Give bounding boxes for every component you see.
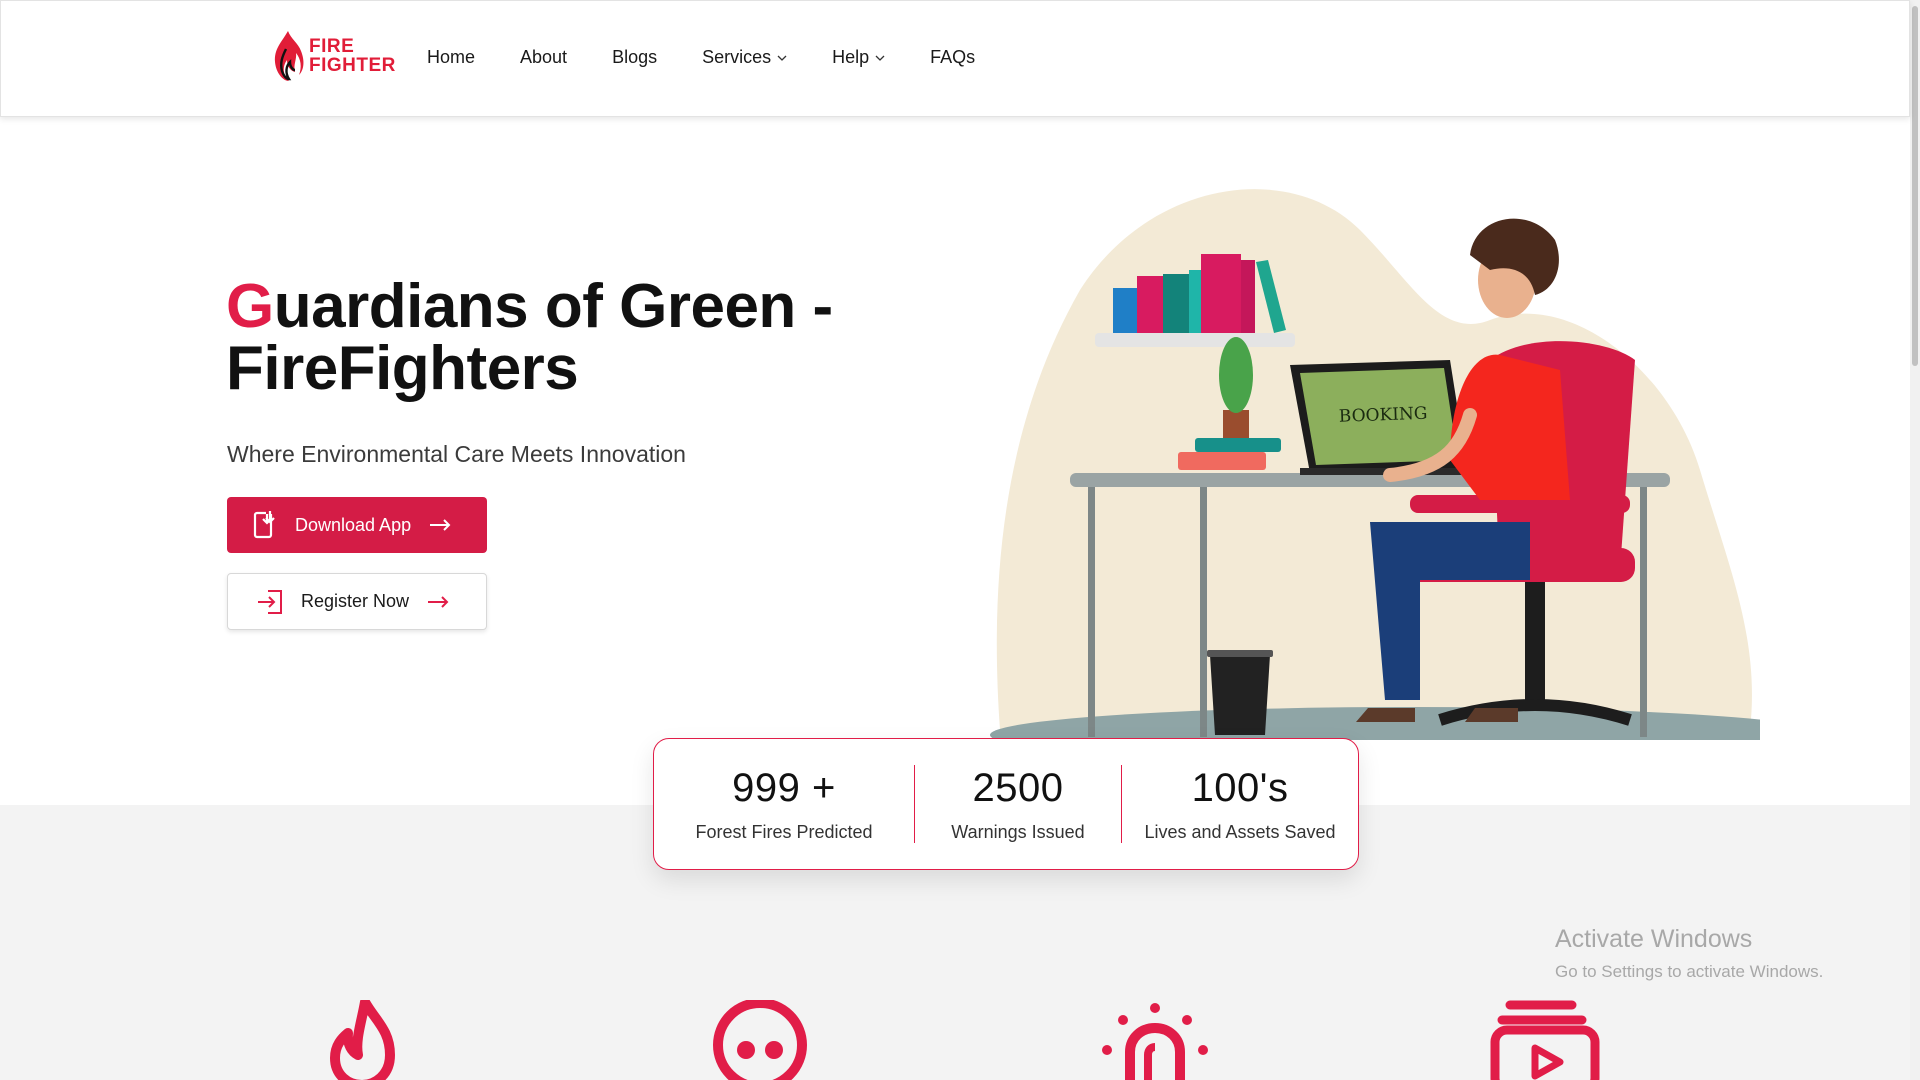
trash-can: [1210, 655, 1270, 735]
stat-value: 100's: [1191, 765, 1289, 810]
windows-activation-watermark: Activate Windows Go to Settings to activ…: [1555, 925, 1823, 982]
main-nav: Home About Blogs Services Help FAQs: [427, 47, 1020, 68]
nav-home[interactable]: Home: [427, 47, 475, 68]
nav-faqs-label: FAQs: [930, 47, 976, 67]
laptop-screen-text: BOOKING: [1339, 404, 1428, 427]
chair-post: [1525, 582, 1545, 700]
book-stack: [1195, 438, 1281, 452]
logo-line-2: FIGHTER: [309, 55, 396, 76]
download-app-label: Download App: [295, 514, 412, 535]
skull-icon: [713, 1000, 807, 1080]
hero-title-accent-letter: G: [226, 272, 274, 341]
alarm-siren-icon: [1102, 1003, 1208, 1080]
chevron-down-icon: [875, 55, 885, 61]
download-app-button[interactable]: Download App: [227, 497, 487, 553]
cactus: [1219, 337, 1253, 413]
nav-services-label: Services: [702, 47, 772, 67]
plant-pot: [1223, 410, 1249, 438]
wall-shelf: [1095, 333, 1295, 347]
nav-home-label: Home: [427, 47, 476, 67]
book: [1201, 254, 1241, 333]
flame-icon: [330, 1000, 395, 1080]
stat-warnings: 2500 Warnings Issued: [915, 739, 1121, 869]
stat-forest-fires: 999 + Forest Fires Predicted: [654, 739, 914, 869]
flame-icon: [274, 31, 304, 81]
hero-title-line1-rest: uardians of Green -: [273, 272, 833, 341]
chevron-down-icon: [777, 55, 787, 61]
logo-line-1: FIRE: [309, 36, 355, 57]
stat-value: 999 +: [732, 765, 836, 810]
logo-text: FIRE FIGHTER: [309, 37, 396, 75]
book: [1163, 274, 1189, 333]
download-phone-icon: [253, 511, 275, 539]
hero-title-line2: FireFighters: [226, 334, 579, 403]
hero-title: Guardians of Green - FireFighters: [226, 276, 833, 400]
nav-about[interactable]: About: [520, 47, 567, 68]
book: [1137, 276, 1163, 333]
nav-faqs[interactable]: FAQs: [930, 47, 975, 68]
nav-help-label: Help: [832, 47, 870, 67]
stats-card: 999 + Forest Fires Predicted 2500 Warnin…: [653, 738, 1359, 870]
stat-label: Forest Fires Predicted: [695, 821, 873, 842]
watermark-title: Activate Windows: [1555, 925, 1753, 953]
stat-label: Lives and Assets Saved: [1144, 821, 1336, 842]
stat-value: 2500: [972, 765, 1064, 810]
hero-subtitle: Where Environmental Care Meets Innovatio…: [227, 441, 686, 467]
scrollbar-thumb[interactable]: [1912, 6, 1918, 366]
nav-help[interactable]: Help: [832, 47, 885, 68]
watermark-subtitle: Go to Settings to activate Windows.: [1555, 962, 1824, 981]
stat-lives-saved: 100's Lives and Assets Saved: [1122, 739, 1358, 869]
stat-label: Warnings Issued: [951, 821, 1085, 842]
arrow-right-icon: [430, 519, 451, 531]
desk-leg: [1200, 487, 1207, 737]
book: [1241, 260, 1255, 333]
video-stack-icon: [1490, 1000, 1600, 1080]
logo[interactable]: FIRE FIGHTER: [271, 29, 401, 83]
hero-illustration: BOOKING: [970, 189, 1760, 770]
login-icon: [258, 589, 282, 614]
nav-blogs-label: Blogs: [612, 47, 658, 67]
nav-services[interactable]: Services: [702, 47, 787, 68]
register-now-label: Register Now: [301, 591, 410, 611]
register-now-button[interactable]: Register Now: [227, 573, 487, 630]
arrow-right-icon: [428, 595, 449, 608]
book: [1113, 288, 1137, 333]
nav-about-label: About: [520, 47, 568, 67]
book: [1189, 270, 1201, 333]
nav-blogs[interactable]: Blogs: [612, 47, 657, 68]
desk-leg: [1640, 487, 1647, 737]
page: FIRE FIGHTER Home About Blogs Services H…: [0, 0, 1920, 1080]
page-scrollbar[interactable]: [1910, 0, 1920, 1080]
book-stack: [1178, 452, 1266, 470]
site-header: FIRE FIGHTER Home About Blogs Services H…: [0, 0, 1910, 117]
desk-leg: [1088, 487, 1095, 737]
